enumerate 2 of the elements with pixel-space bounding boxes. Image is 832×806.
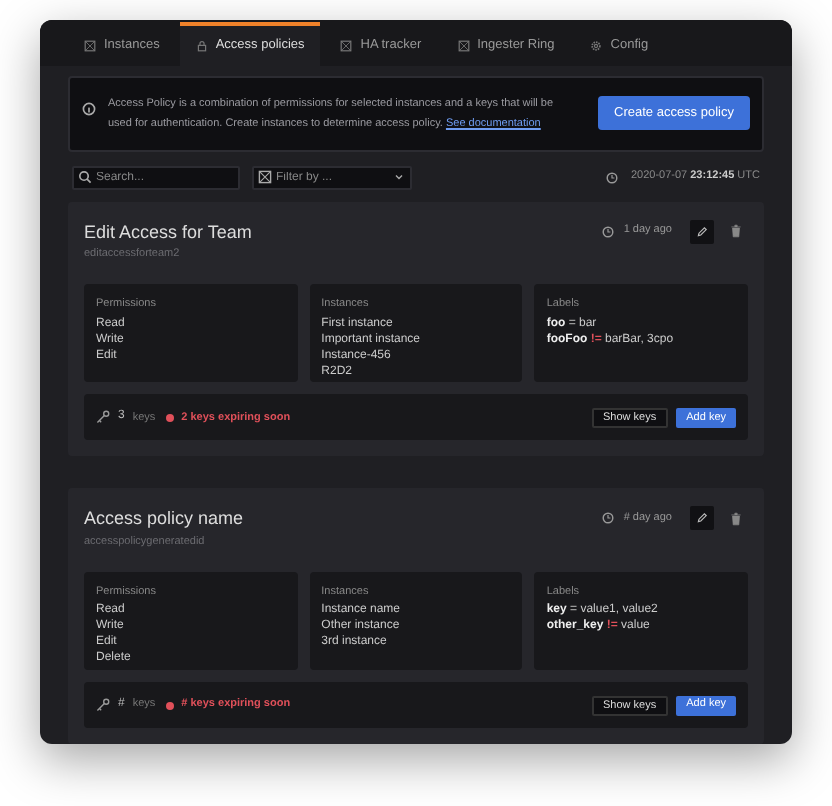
policy-title: Edit Access for Team: [84, 219, 252, 245]
policy-title: Access policy name: [84, 506, 244, 533]
